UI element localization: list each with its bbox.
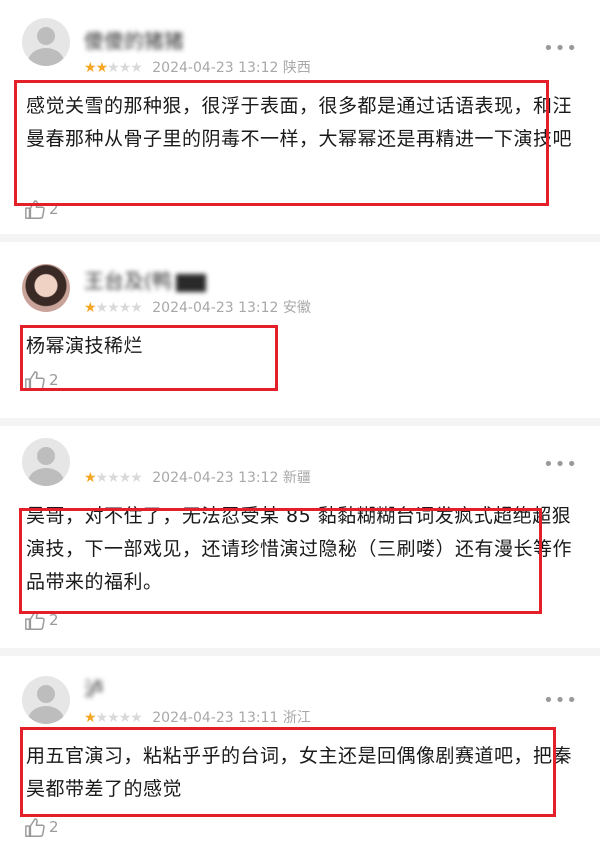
star-icon: ★ <box>107 710 120 726</box>
star-rating: ★★★★★ <box>84 58 143 78</box>
username[interactable]: 傻傻的猪猪 <box>84 30 184 52</box>
avatar[interactable] <box>22 264 70 312</box>
default-avatar-icon <box>37 685 55 703</box>
highlight-box <box>20 325 278 391</box>
more-dots-icon[interactable]: ••• <box>543 454 578 475</box>
username[interactable]: 泸 <box>84 678 104 700</box>
star-icon: ★ <box>84 710 97 726</box>
like-button[interactable]: 2 <box>24 816 59 838</box>
divider <box>0 418 600 426</box>
default-avatar-icon <box>37 447 55 465</box>
review-date: 2024-04-23 13:11 <box>152 710 279 726</box>
star-icon: ★ <box>84 300 97 316</box>
star-icon: ★ <box>95 710 109 726</box>
star-icon: ★ <box>107 300 120 316</box>
review-location: 浙江 <box>282 710 311 726</box>
review-meta: ★★★★★ 2024-04-23 13:12 新疆 <box>84 468 311 488</box>
divider <box>0 234 600 242</box>
thumbs-up-icon <box>25 817 45 837</box>
review-location: 安徽 <box>282 300 311 316</box>
review-meta: ★★★★★ 2024-04-23 13:12 陕西 <box>84 58 311 78</box>
divider <box>0 648 600 656</box>
highlight-box <box>19 508 542 614</box>
avatar[interactable] <box>22 438 70 486</box>
default-avatar-icon <box>37 27 55 45</box>
avatar[interactable] <box>22 18 70 66</box>
review-location: 新疆 <box>282 470 311 486</box>
review-date: 2024-04-23 13:12 <box>152 60 279 76</box>
star-icon: ★ <box>130 710 143 726</box>
highlight-box <box>14 80 549 206</box>
star-rating: ★★★★★ <box>84 468 143 488</box>
star-rating: ★★★★★ <box>84 298 143 318</box>
star-rating: ★★★★★ <box>84 708 143 728</box>
star-icon: ★ <box>130 300 143 316</box>
star-icon: ★ <box>118 470 132 486</box>
highlight-box <box>20 727 556 817</box>
star-icon: ★ <box>84 470 97 486</box>
username[interactable]: 王台及(鸭 <box>84 270 206 292</box>
star-icon: ★ <box>107 470 120 486</box>
star-icon: ★ <box>130 60 143 76</box>
review-meta: ★★★★★ 2024-04-23 13:11 浙江 <box>84 708 311 728</box>
review-date: 2024-04-23 13:12 <box>152 300 279 316</box>
like-count: 2 <box>49 818 59 836</box>
more-dots-icon[interactable]: ••• <box>543 690 578 711</box>
review-location: 陕西 <box>282 60 311 76</box>
more-dots-icon[interactable]: ••• <box>543 38 578 59</box>
star-icon: ★ <box>95 470 109 486</box>
star-icon: ★ <box>118 300 132 316</box>
star-icon: ★ <box>107 60 120 76</box>
star-icon: ★ <box>95 300 109 316</box>
star-icon: ★ <box>95 60 109 76</box>
star-icon: ★ <box>118 60 132 76</box>
review-meta: ★★★★★ 2024-04-23 13:12 安徽 <box>84 298 311 318</box>
avatar[interactable] <box>22 676 70 724</box>
star-icon: ★ <box>130 470 143 486</box>
star-icon: ★ <box>118 710 132 726</box>
star-icon: ★ <box>84 60 97 76</box>
review-date: 2024-04-23 13:12 <box>152 470 279 486</box>
